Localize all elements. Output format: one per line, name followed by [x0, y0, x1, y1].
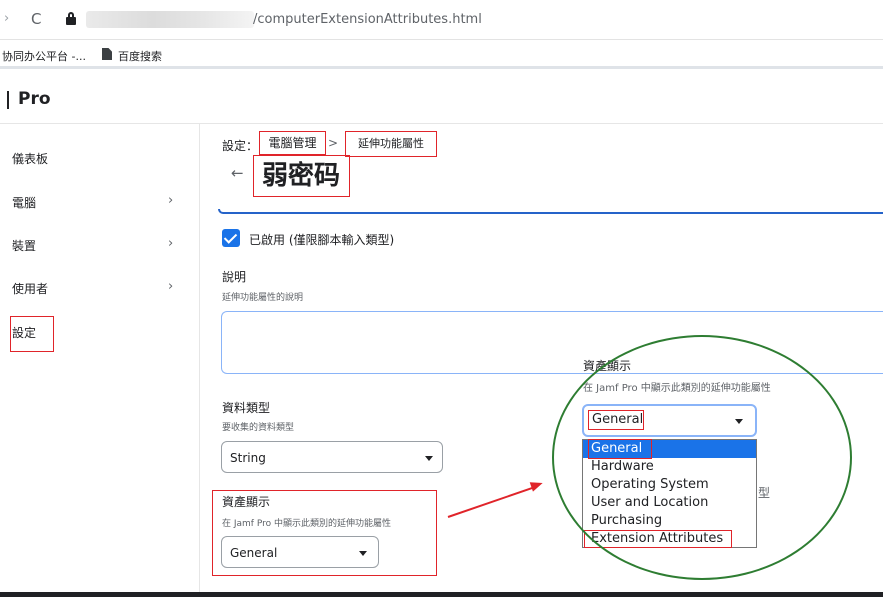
annotation-arrow-head — [529, 478, 545, 492]
sidebar-item-computers[interactable]: 電腦 — [12, 194, 36, 211]
url-redacted[interactable] — [86, 11, 254, 28]
inventory-display-label: 資產顯示 — [222, 495, 271, 509]
enabled-checkbox[interactable] — [222, 229, 240, 247]
brand-name[interactable]: Pro — [18, 89, 51, 109]
lock-icon[interactable] — [66, 12, 76, 25]
chevron-right-icon[interactable]: › — [168, 279, 173, 294]
data-type-select[interactable]: String — [221, 441, 443, 473]
bookmark-office-platform[interactable]: 协同办公平台 -... — [2, 48, 86, 64]
sidebar-item-dashboard[interactable]: 儀表板 — [12, 150, 48, 167]
back-arrow-icon[interactable]: ← — [231, 164, 244, 182]
bookmark-baidu-search[interactable]: 百度搜索 — [118, 48, 162, 64]
browser-toolbar: › C /computerExtensionAttributes.html — [0, 0, 883, 40]
enabled-label: 已啟用 (僅限腳本輸入類型) — [249, 233, 395, 247]
annotation-arrow-line — [447, 486, 534, 518]
annotation-box-settings — [10, 316, 54, 352]
sidebar-item-devices[interactable]: 裝置 — [12, 237, 36, 254]
sidebar-item-users[interactable]: 使用者 — [12, 280, 48, 297]
chevron-down-icon — [425, 456, 433, 461]
brand-bar — [7, 91, 9, 109]
inventory-display-value: General — [230, 546, 278, 560]
forward-icon[interactable]: › — [4, 11, 9, 26]
description-help: 延伸功能屬性的說明 — [222, 293, 304, 303]
breadcrumb-extension-attributes[interactable]: 延伸功能屬性 — [345, 131, 437, 157]
breadcrumb-separator: > — [328, 136, 339, 150]
reload-icon[interactable]: C — [31, 10, 41, 28]
breadcrumb-prefix: 設定： — [222, 139, 259, 153]
previous-field-border — [218, 209, 883, 214]
chevron-right-icon[interactable]: › — [168, 193, 173, 208]
chevron-right-icon[interactable]: › — [168, 236, 173, 251]
annotation-green-ellipse — [552, 335, 852, 580]
data-type-value: String — [230, 451, 266, 465]
description-label: 說明 — [222, 270, 247, 284]
data-type-help: 要收集的資料類型 — [222, 423, 295, 433]
app-header: Pro — [0, 72, 883, 124]
page-title: 弱密码 — [253, 155, 350, 197]
url-text[interactable]: /computerExtensionAttributes.html — [253, 12, 482, 27]
inventory-display-select[interactable]: General — [221, 536, 379, 568]
bookmarks-bar: 协同办公平台 -... 百度搜索 — [0, 41, 883, 69]
breadcrumb-computer-management[interactable]: 電腦管理 — [259, 131, 326, 155]
taskbar-edge — [0, 592, 883, 597]
inventory-display-help: 在 Jamf Pro 中顯示此類別的延伸功能屬性 — [222, 519, 391, 529]
data-type-label: 資料類型 — [222, 401, 271, 415]
chevron-down-icon — [359, 551, 367, 556]
